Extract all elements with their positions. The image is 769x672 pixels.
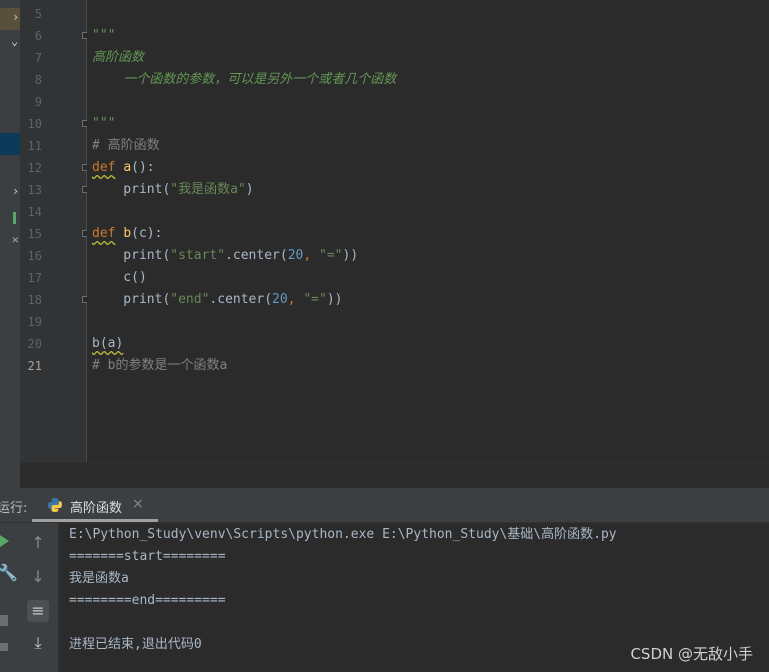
code-token: (c): (131, 226, 163, 241)
code-token: 一个函数的参数，可以是另外一个或者几个函数 (92, 72, 397, 87)
code-token: (): (131, 160, 155, 175)
code-token: def (92, 226, 116, 241)
project-tool-strip: › ⌄ › ✕ (0, 0, 20, 488)
project-tree-row-active[interactable] (0, 133, 20, 155)
code-token: "我是函数a" (170, 182, 246, 197)
python-icon (47, 497, 63, 513)
code-line[interactable]: def b(c): (92, 223, 162, 245)
console-line: 我是函数a (69, 571, 129, 586)
chevron-right-icon[interactable]: › (12, 10, 19, 24)
line-number: 5 (34, 7, 42, 21)
more-tools-icon[interactable] (0, 643, 8, 651)
code-token: "end" (170, 292, 210, 307)
line-number: 18 (27, 293, 42, 307)
close-icon[interactable]: × (132, 496, 144, 512)
code-line[interactable]: print("start".center(20, "=")) (92, 245, 358, 267)
scroll-to-end-icon[interactable]: ⤓ (27, 632, 49, 654)
code-token: )) (326, 292, 343, 307)
code-token: 高阶函数 (92, 50, 145, 65)
code-token: 20 (272, 292, 288, 307)
code-token: ) (245, 182, 254, 197)
line-number: 6 (34, 29, 42, 43)
line-number: 14 (27, 205, 42, 219)
run-tab-title[interactable]: 高阶函数 (70, 497, 122, 516)
code-token: 20 (287, 248, 304, 263)
active-tab-indicator (32, 519, 158, 522)
code-token: c() (92, 270, 147, 285)
down-arrow-icon[interactable]: ↓ (27, 566, 49, 588)
line-number: 12 (27, 161, 42, 175)
chevron-right-icon[interactable]: › (12, 184, 19, 198)
code-token: )) (342, 248, 359, 263)
line-number: 17 (27, 271, 42, 285)
project-tree-row[interactable]: ✕ (0, 232, 20, 250)
line-number: 10 (27, 117, 42, 131)
code-token: print( (92, 248, 171, 263)
line-number: 20 (27, 337, 42, 351)
project-tree-row[interactable]: › (0, 183, 20, 203)
code-token: # b的参数是一个函数a (92, 358, 228, 373)
code-line[interactable]: """ (92, 25, 115, 47)
project-tree-row[interactable]: ⌄ (0, 34, 20, 54)
code-line[interactable]: c() (92, 267, 147, 289)
code-token: # 高阶函数 (92, 138, 160, 153)
watermark: CSDN @无敌小手 (630, 645, 753, 663)
line-number: 7 (34, 51, 42, 65)
line-number: 21 (27, 359, 42, 373)
code-token: a (123, 160, 132, 175)
code-token: .center( (225, 248, 288, 263)
code-line[interactable]: 一个函数的参数，可以是另外一个或者几个函数 (92, 69, 396, 91)
code-token: .center( (209, 292, 273, 307)
code-token: """ (92, 28, 116, 43)
code-token: """ (92, 116, 116, 131)
code-token: , (287, 292, 304, 307)
code-token: print( (92, 182, 171, 197)
line-number: 16 (27, 249, 42, 263)
code-token: def (92, 160, 116, 175)
line-number: 9 (34, 95, 42, 109)
soft-wrap-icon[interactable]: ≡ (27, 600, 49, 622)
line-number: 15 (27, 227, 42, 241)
code-token: print( (92, 292, 171, 307)
code-line[interactable]: # 高阶函数 (92, 135, 160, 157)
project-tree-row[interactable] (0, 210, 20, 226)
code-line[interactable]: 高阶函数 (92, 47, 144, 69)
line-number: 11 (27, 139, 42, 153)
run-panel-header: 运行: 高阶函数 × (0, 488, 769, 523)
console-line: E:\Python_Study\venv\Scripts\python.exe … (69, 527, 617, 542)
editor-horizontal-scrollbar[interactable] (20, 462, 769, 489)
line-number: 13 (27, 183, 42, 197)
run-toolbar-left: 🔧 (0, 523, 18, 672)
code-token: , (303, 248, 320, 263)
code-token: "start" (170, 248, 226, 263)
code-line[interactable]: print("我是函数a") (92, 179, 254, 201)
rerun-icon[interactable] (0, 535, 9, 547)
stop-icon[interactable] (0, 615, 8, 626)
run-tab[interactable]: 高阶函数 × (44, 488, 156, 522)
code-token: "=" (303, 292, 327, 307)
code-line[interactable]: def a(): (92, 157, 155, 179)
console-line: =======start======== (69, 549, 226, 564)
code-token: b (123, 226, 132, 241)
wrench-icon[interactable]: 🔧 (0, 563, 18, 582)
console-line: 进程已结束,退出代码0 (69, 637, 202, 652)
code-line[interactable]: print("end".center(20, "=")) (92, 289, 343, 311)
project-tree-row-selected[interactable]: › (0, 8, 20, 30)
code-editor[interactable]: """ 高阶函数 一个函数的参数，可以是另外一个或者几个函数 """ # 高阶函数 de… (87, 0, 769, 462)
code-line[interactable]: b(a) (92, 333, 123, 355)
up-arrow-icon[interactable]: ↑ (27, 532, 49, 554)
run-panel-label: 运行: (0, 501, 28, 516)
line-number: 19 (27, 315, 42, 329)
code-token: b(a) (92, 336, 124, 351)
console-toolbar: ↑ ↓ ≡ ⤓ (18, 523, 59, 672)
line-number: 8 (34, 73, 42, 87)
code-line[interactable]: # b的参数是一个函数a (92, 355, 227, 377)
library-icon (13, 212, 16, 224)
scratches-icon: ✕ (12, 233, 19, 246)
console-line: ========end========= (69, 593, 226, 608)
chevron-down-icon[interactable]: ⌄ (11, 34, 18, 48)
code-line[interactable]: """ (92, 113, 115, 135)
code-token: "=" (319, 248, 343, 263)
